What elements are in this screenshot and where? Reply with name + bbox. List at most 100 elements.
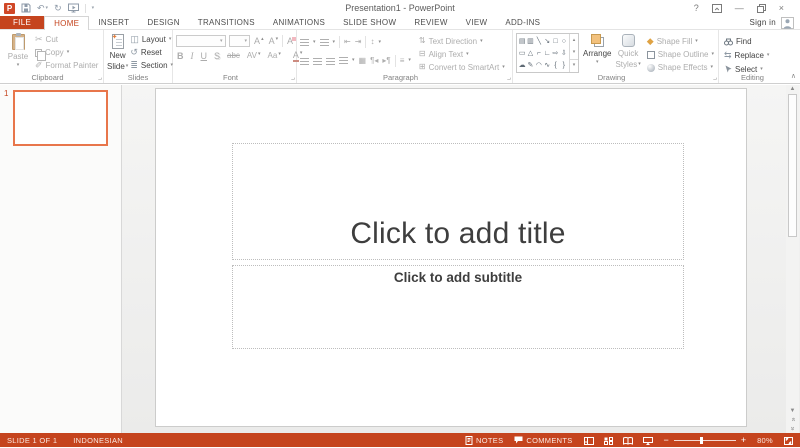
underline-button[interactable]: U [200, 51, 209, 61]
sign-in[interactable]: Sign in [749, 16, 800, 29]
slide-thumbnail[interactable] [13, 90, 108, 146]
shape-item-1[interactable]: ▤ [519, 38, 526, 45]
tab-home[interactable]: HOME [44, 16, 90, 30]
font-dialog-launcher[interactable]: ⌐ [291, 75, 295, 82]
zoom-in-button[interactable]: + [741, 435, 746, 445]
help-button[interactable]: ? [694, 3, 699, 13]
shape-item-rectangle[interactable]: □ [553, 38, 557, 45]
scrollbar-thumb[interactable] [788, 94, 797, 237]
redo-button[interactable]: ↻ [54, 3, 62, 13]
tab-file[interactable]: FILE [0, 16, 45, 29]
drawing-dialog-launcher[interactable]: ⌐ [713, 75, 717, 82]
section-button[interactable]: ≣ Section ▾ [128, 59, 175, 72]
shape-item-arc[interactable]: ◠ [536, 62, 542, 69]
format-painter-button[interactable]: ✐ Format Painter [33, 59, 100, 72]
fit-slide-to-window-button[interactable] [784, 433, 793, 448]
tab-design[interactable]: DESIGN [138, 16, 188, 29]
reset-button[interactable]: ↺ Reset [128, 46, 175, 59]
start-from-beginning-button[interactable] [67, 3, 79, 13]
text-shadow-button[interactable]: S [213, 51, 221, 61]
shape-item-arrow-right[interactable]: ⇨ [553, 50, 559, 57]
restore-button[interactable] [756, 3, 766, 13]
character-spacing-button[interactable]: AV ▾ [246, 52, 262, 60]
change-case-button[interactable]: Aa ▾ [267, 52, 282, 60]
bullets-button[interactable]: ▾ [300, 38, 316, 46]
undo-button[interactable]: ↶ ▾ [37, 3, 48, 13]
shape-outline-button[interactable]: Shape Outline ▾ [645, 48, 716, 61]
tab-slide-show[interactable]: SLIDE SHOW [334, 16, 405, 29]
layout-button[interactable]: ◫ Layout ▾ [128, 33, 175, 46]
subtitle-placeholder[interactable]: Click to add subtitle [232, 265, 684, 349]
copy-button[interactable]: Copy ▾ [33, 46, 100, 61]
columns-button[interactable]: ≡ ▾ [400, 56, 411, 65]
align-left-button[interactable] [300, 53, 309, 68]
decrease-font-size-button[interactable]: A ▾ [268, 36, 280, 46]
tab-insert[interactable]: INSERT [89, 16, 138, 29]
text-direction-button[interactable]: ⇅ Text Direction ▾ [417, 35, 507, 47]
scroll-down-button[interactable]: ▼ [786, 407, 799, 415]
collapse-ribbon-button[interactable]: ∧ [791, 72, 796, 80]
increase-indent-button[interactable]: ⇥ [355, 38, 362, 46]
paste-button[interactable]: Paste ▾ [3, 32, 33, 74]
vertical-scrollbar[interactable]: ▲ ▼ « « [786, 85, 799, 433]
shapes-scroll-up-button[interactable]: ▴ [570, 34, 578, 46]
slide-sorter-view-button[interactable] [603, 433, 613, 448]
tab-view[interactable]: VIEW [457, 16, 497, 29]
decrease-indent-button[interactable]: ⇤ [344, 38, 351, 46]
normal-view-button[interactable] [583, 433, 594, 448]
shape-item-elbow-2[interactable]: ∟ [544, 50, 551, 57]
minimize-button[interactable]: — [735, 3, 744, 13]
align-text-button[interactable]: ⊟ Align Text ▾ [417, 48, 507, 60]
arrange-button[interactable]: Arrange ▾ [583, 32, 611, 74]
shape-item-rounded-rectangle[interactable]: ▭ [519, 50, 526, 57]
quick-styles-button[interactable]: Quick Styles ▾ [615, 32, 641, 74]
shape-item-oval[interactable]: ○ [562, 38, 566, 45]
slide-editing-surface[interactable]: Click to add title Click to add subtitle [155, 88, 747, 427]
distribute-button[interactable]: ▦ [359, 56, 367, 65]
reading-view-button[interactable] [622, 433, 633, 448]
cut-button[interactable]: ✂ Cut [33, 33, 100, 46]
shape-item-curve[interactable]: ∿ [544, 62, 550, 69]
strikethrough-button[interactable]: abc [226, 52, 241, 60]
font-name-combobox[interactable]: ▾ [176, 35, 226, 47]
comments-button[interactable]: COMMENTS [514, 436, 572, 445]
language-indicator[interactable]: INDONESIAN [73, 436, 123, 445]
shape-item-scribble[interactable]: ✎ [528, 62, 534, 69]
ribbon-display-options-button[interactable] [711, 3, 722, 13]
shape-item-triangle[interactable]: △ [528, 50, 533, 57]
new-slide-button[interactable]: New Slide ▾ [107, 32, 128, 74]
numbering-button[interactable]: ▾ [319, 38, 335, 46]
zoom-slider-thumb[interactable] [699, 436, 703, 444]
increase-font-size-button[interactable]: A ▴ [253, 36, 265, 46]
shape-item-arrow[interactable]: ↘ [544, 38, 550, 45]
previous-slide-button[interactable]: « [786, 415, 799, 424]
shapes-more-button[interactable]: ▾ [570, 58, 578, 72]
customize-qat-button[interactable]: ▾ [92, 5, 95, 11]
shape-item-brace-right[interactable]: } [563, 62, 565, 69]
paragraph-dialog-launcher[interactable]: ⌐ [507, 75, 511, 82]
slide-show-view-button[interactable] [642, 433, 653, 448]
italic-button[interactable]: I [190, 51, 195, 61]
left-to-right-button[interactable]: ¶◂ [370, 56, 378, 65]
align-right-button[interactable] [326, 53, 335, 68]
tab-transitions[interactable]: TRANSITIONS [189, 16, 264, 29]
convert-to-smartart-button[interactable]: ⊞ Convert to SmartArt ▾ [417, 61, 507, 73]
shapes-scroll-down-button[interactable]: ▾ [570, 46, 578, 58]
zoom-slider[interactable] [673, 436, 736, 444]
find-button[interactable]: Find [722, 35, 784, 48]
clipboard-dialog-launcher[interactable]: ⌐ [98, 75, 102, 82]
bold-button[interactable]: B [176, 51, 185, 61]
tab-animations[interactable]: ANIMATIONS [264, 16, 334, 29]
shape-item-line[interactable]: ╲ [537, 38, 541, 45]
notes-button[interactable]: NOTES [465, 435, 503, 445]
replace-button[interactable]: ⇆ Replace ▾ [722, 49, 784, 62]
close-button[interactable]: × [779, 3, 784, 13]
line-spacing-button[interactable]: ↕ ▾ [370, 38, 381, 46]
shape-item-brace-left[interactable]: { [554, 62, 556, 69]
tab-review[interactable]: REVIEW [405, 16, 456, 29]
title-placeholder[interactable]: Click to add title [232, 143, 684, 260]
align-center-button[interactable] [313, 53, 322, 68]
tab-add-ins[interactable]: ADD-INS [496, 16, 549, 29]
zoom-out-button[interactable]: − [664, 435, 669, 445]
clear-formatting-button[interactable]: A [286, 36, 297, 46]
